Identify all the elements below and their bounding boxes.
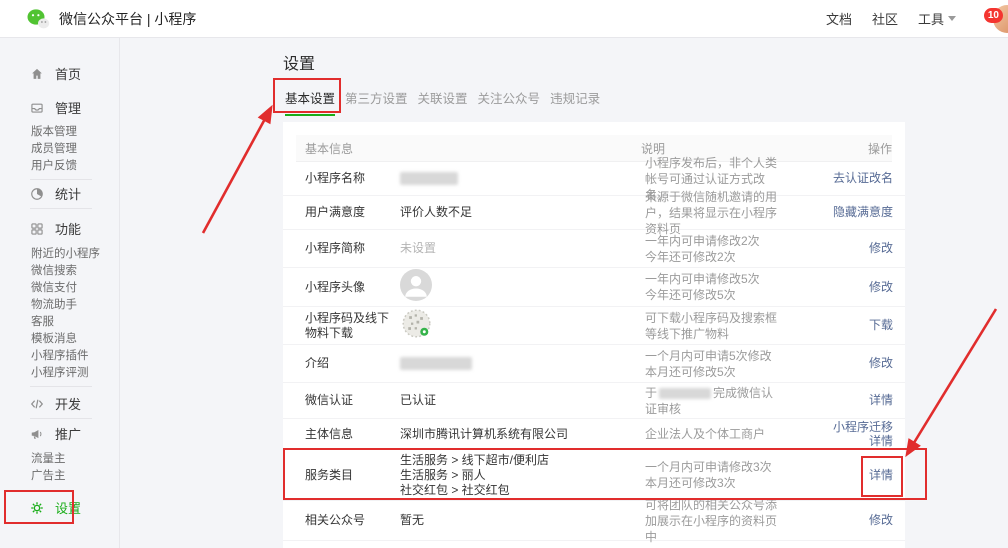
sidebar-item-promotion[interactable]: 推广 <box>30 425 81 442</box>
notification-badge[interactable]: 10 <box>984 8 1003 23</box>
chevron-down-icon <box>948 16 956 21</box>
home-icon <box>30 67 44 81</box>
tab-association-settings[interactable]: 关联设置 <box>418 88 468 116</box>
sidebar-item-manage[interactable]: 管理 <box>30 99 81 116</box>
sidebar-divider <box>30 208 92 209</box>
table-header: 基本信息 说明 操作 <box>296 135 892 162</box>
action-link-category-detail[interactable]: 详情 <box>783 468 893 483</box>
action-link[interactable]: 下载 <box>783 318 893 333</box>
action-link[interactable]: 修改 <box>783 513 893 528</box>
table-row: 用户满意度 评价人数不足 来源于微信随机邀请的用户，结果将显示在小程序资料页 隐… <box>283 196 905 230</box>
sidebar-item-home[interactable]: 首页 <box>30 65 81 82</box>
sidebar-item-statistics[interactable]: 统计 <box>30 185 81 202</box>
table-row: 小程序名称 小程序发布后，非个人类帐号可通过认证方式改名。 去认证改名 <box>283 162 905 196</box>
sidebar-item-nearby-miniprogram[interactable]: 附近的小程序 <box>31 245 100 260</box>
miniprogram-qrcode <box>400 307 433 340</box>
table-row: 相关公众号 暂无 可将团队的相关公众号添加展示在小程序的资料页中 修改 <box>283 501 905 541</box>
wechat-logo-icon <box>26 8 50 30</box>
action-link[interactable]: 修改 <box>783 241 893 256</box>
action-link[interactable]: 隐藏满意度 <box>783 205 893 220</box>
table-row: 小程序简称 未设置 一年内可申请修改2次 今年还可修改2次 修改 <box>283 230 905 268</box>
action-link-migrate[interactable]: 小程序迁移 <box>783 420 893 434</box>
sidebar-divider <box>30 386 92 387</box>
sidebar-divider <box>30 179 92 180</box>
nav-docs[interactable]: 文档 <box>826 9 852 28</box>
action-link-detail[interactable]: 详情 <box>783 434 893 448</box>
sidebar-item-settings[interactable]: 设置 <box>30 499 81 516</box>
nav-tools[interactable]: 工具 <box>918 9 956 28</box>
tab-bar: 基本设置 第三方设置 关联设置 关注公众号 违规记录 <box>285 88 600 116</box>
table-row: 介绍 一个月内可申请5次修改 本月还可修改5次 修改 <box>283 345 905 383</box>
action-link[interactable]: 去认证改名 <box>783 171 893 186</box>
tab-violation-records[interactable]: 违规记录 <box>550 88 600 116</box>
action-link[interactable]: 修改 <box>783 280 893 295</box>
sidebar-item-logistics-assistant[interactable]: 物流助手 <box>31 296 77 311</box>
page-title: 设置 <box>283 50 315 74</box>
sidebar-item-user-feedback[interactable]: 用户反馈 <box>31 157 77 172</box>
sidebar-item-template-message[interactable]: 模板消息 <box>31 330 77 345</box>
megaphone-icon <box>30 427 44 441</box>
action-link[interactable]: 修改 <box>783 356 893 371</box>
sidebar-item-version-management[interactable]: 版本管理 <box>31 123 77 138</box>
folder-icon <box>30 101 44 115</box>
redacted-text <box>400 357 472 370</box>
sidebar-item-advertiser[interactable]: 广告主 <box>31 467 66 482</box>
grid-icon <box>30 222 44 236</box>
miniprogram-avatar-placeholder <box>400 269 432 301</box>
table-row: 小程序头像 一年内可申请修改5次 今年还可修改5次 修改 <box>283 268 905 307</box>
sidebar-item-customer-service[interactable]: 客服 <box>31 313 54 328</box>
tab-basic-settings[interactable]: 基本设置 <box>285 88 335 116</box>
main-content: 设置 基本设置 第三方设置 关联设置 关注公众号 违规记录 基本信息 说明 操作… <box>120 38 1008 548</box>
pie-chart-icon <box>30 187 44 201</box>
redacted-text <box>400 172 458 185</box>
table-row: 微信认证 已认证 于完成微信认证审核 详情 <box>283 383 905 419</box>
table-row: 主体信息 深圳市腾讯计算机系统有限公司 企业法人及个体工商户 小程序迁移 详情 <box>283 419 905 450</box>
sidebar-item-member-management[interactable]: 成员管理 <box>31 140 77 155</box>
topbar-nav: 文档 社区 工具 <box>826 9 956 28</box>
sidebar: 首页 管理 版本管理 成员管理 用户反馈 统计 功能 附近的小程序 微信搜索 微… <box>0 38 120 548</box>
sidebar-item-miniprogram-evaluation[interactable]: 小程序评测 <box>31 364 89 379</box>
sidebar-item-features[interactable]: 功能 <box>30 220 81 237</box>
redacted-text <box>659 388 711 399</box>
sidebar-item-miniprogram-plugin[interactable]: 小程序插件 <box>31 347 89 362</box>
table-row-service-category: 服务类目 生活服务 > 线下超市/便利店 生活服务 > 丽人 社交红包 > 社交… <box>283 450 905 501</box>
sidebar-divider <box>30 418 92 419</box>
sidebar-item-wechat-search[interactable]: 微信搜索 <box>31 262 77 277</box>
code-icon <box>30 397 44 411</box>
logo-text: 微信公众平台 | 小程序 <box>59 9 196 29</box>
nav-community[interactable]: 社区 <box>872 9 898 28</box>
tab-third-party-settings[interactable]: 第三方设置 <box>345 88 408 116</box>
sidebar-item-develop[interactable]: 开发 <box>30 395 81 412</box>
gear-icon <box>30 501 44 515</box>
topbar: 微信公众平台 | 小程序 文档 社区 工具 10 <box>0 0 1008 38</box>
basic-info-card: 基本信息 说明 操作 小程序名称 小程序发布后，非个人类帐号可通过认证方式改名。… <box>283 122 905 548</box>
wechat-logo[interactable]: 微信公众平台 | 小程序 <box>26 8 196 30</box>
sidebar-item-wechat-pay[interactable]: 微信支付 <box>31 279 77 294</box>
tab-follow-official-account[interactable]: 关注公众号 <box>478 88 541 116</box>
action-link[interactable]: 详情 <box>783 393 893 408</box>
table-row: 小程序码及线下物料下载 可下载小程序码及搜索框等线下推广物料 下载 <box>283 307 905 345</box>
sidebar-item-traffic-owner[interactable]: 流量主 <box>31 450 66 465</box>
